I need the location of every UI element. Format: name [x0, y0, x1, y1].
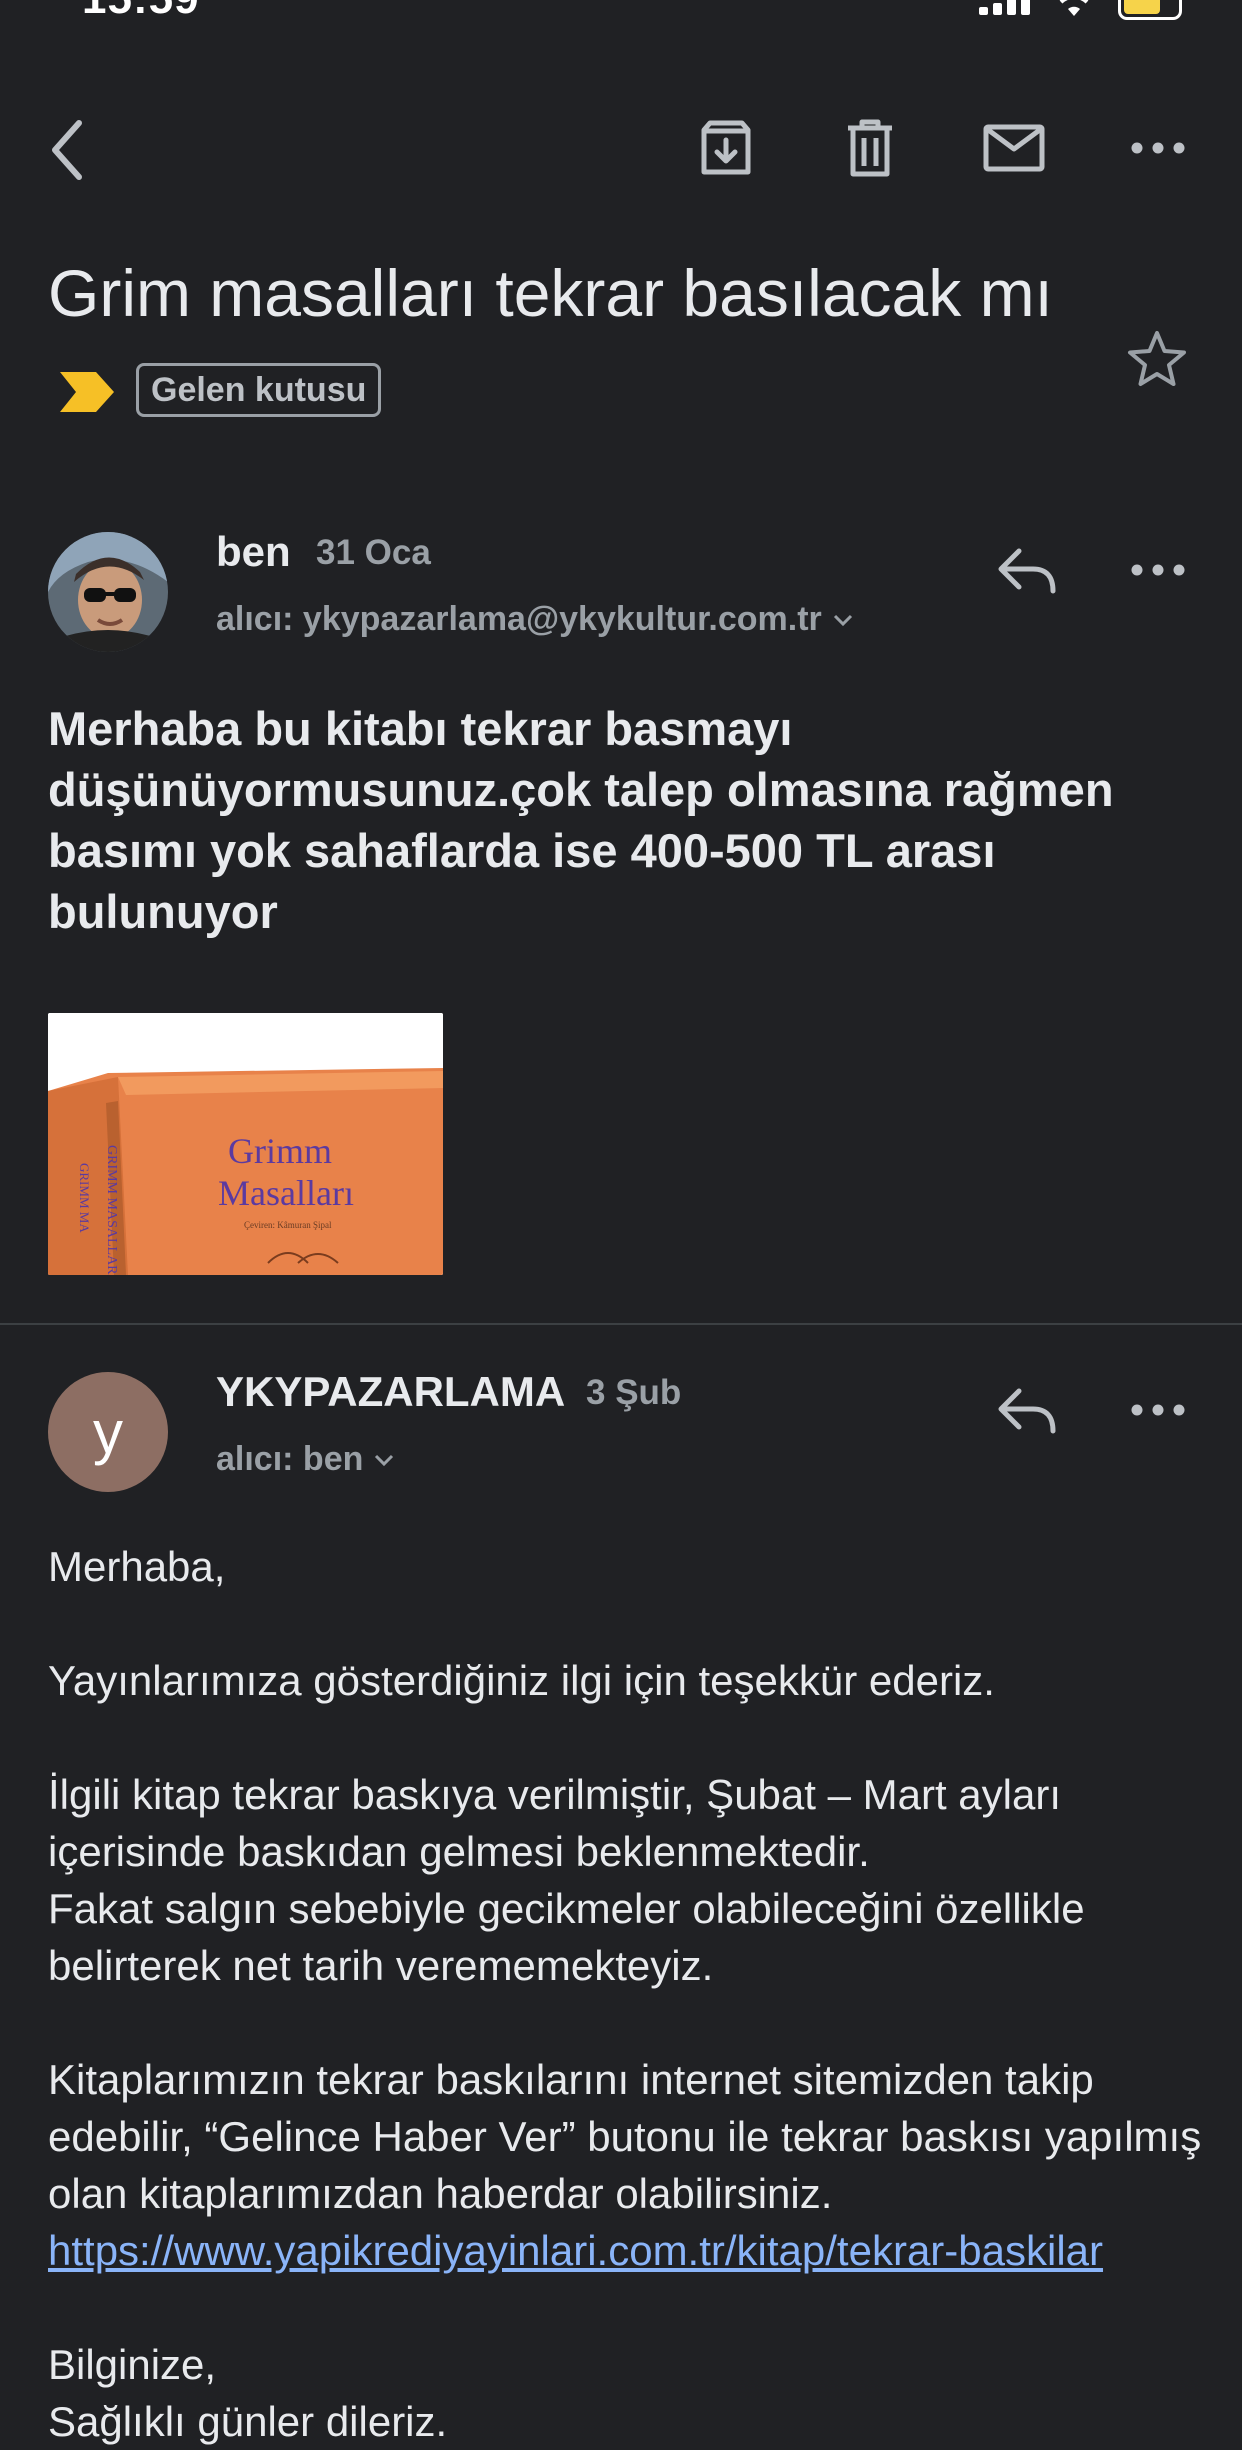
- book-title-line1: Grimm: [228, 1131, 332, 1171]
- mail-icon: [983, 124, 1045, 172]
- sender-name: YKYPAZARLAMA: [216, 1368, 566, 1415]
- wifi-icon: [1059, 0, 1089, 16]
- reply-icon: [998, 1388, 1056, 1434]
- inbox-label[interactable]: Gelen kutusu: [136, 363, 382, 417]
- sender-avatar[interactable]: [48, 532, 168, 652]
- signal-icon: [979, 0, 1030, 15]
- message-body: Merhaba bu kitabı tekrar basmayı düşünüy…: [48, 702, 1114, 938]
- more-horizontal-icon: [1131, 142, 1185, 154]
- recipient-text: alıcı: ykypazarlama@ykykultur.com.tr: [216, 600, 822, 638]
- delete-button[interactable]: [834, 112, 906, 184]
- body-paragraph: Yayınlarımıza gösterdiğiniz ilgi için te…: [48, 1657, 995, 1704]
- battery-icon: [1118, 0, 1182, 20]
- chevron-left-icon: [52, 120, 82, 180]
- more-options-button[interactable]: [1122, 112, 1194, 184]
- status-icons: [979, 0, 1182, 24]
- status-time: 15:59: [82, 0, 200, 24]
- recipient-details[interactable]: alıcı: ben: [216, 1440, 395, 1479]
- body-paragraph: Fakat salgın sebebiyle gecikmeler olabil…: [48, 1885, 1085, 1989]
- archive-icon: [701, 120, 751, 175]
- message-date: 3 Şub: [586, 1373, 682, 1412]
- book-box-image: Grimm Masalları Çeviren: Kâmuran Şipal G…: [48, 1013, 443, 1275]
- star-icon: [1128, 331, 1186, 386]
- reprints-link[interactable]: https://www.yapikrediyayinlari.com.tr/ki…: [48, 2227, 1103, 2274]
- message-divider: [0, 1323, 1242, 1325]
- archive-button[interactable]: [690, 112, 762, 184]
- trash-icon: [848, 119, 892, 177]
- message-more-button[interactable]: [1122, 534, 1194, 606]
- reply-button[interactable]: [990, 534, 1062, 606]
- email-subject: Grim masalları tekrar basılacak mı: [48, 256, 1053, 330]
- image-attachment[interactable]: Grimm Masalları Çeviren: Kâmuran Şipal G…: [48, 1013, 443, 1275]
- recipient-text: alıcı: ben: [216, 1440, 364, 1478]
- box-spine-text: GRIMM MA: [77, 1163, 92, 1233]
- recipient-details[interactable]: alıcı: ykypazarlama@ykykultur.com.tr: [216, 600, 854, 639]
- book-title-line2: Masalları: [218, 1173, 354, 1213]
- body-paragraph: İlgili kitap tekrar baskıya verilmiştir,…: [48, 1771, 1062, 1875]
- sender-avatar[interactable]: y: [48, 1372, 168, 1492]
- greeting-text: Merhaba,: [48, 1543, 226, 1590]
- sender-name: ben: [216, 528, 291, 575]
- more-horizontal-icon: [1131, 1404, 1185, 1416]
- message-more-button[interactable]: [1122, 1374, 1194, 1446]
- book-spine-text: GRIMM MASALLARI: [104, 1145, 119, 1275]
- more-horizontal-icon: [1131, 564, 1185, 576]
- mark-unread-button[interactable]: [978, 112, 1050, 184]
- book-subtitle: Çeviren: Kâmuran Şipal: [244, 1220, 332, 1230]
- closing-text: Sağlıklı günler dileriz.: [48, 2398, 448, 2445]
- importance-marker-icon[interactable]: [58, 370, 116, 414]
- star-button[interactable]: [1124, 326, 1190, 392]
- closing-text: Bilginize,: [48, 2341, 217, 2388]
- back-button[interactable]: [40, 112, 94, 188]
- message-date: 31 Oca: [316, 533, 431, 572]
- body-paragraph: Kitaplarımızın tekrar baskılarını intern…: [48, 2056, 1202, 2217]
- reply-icon: [998, 548, 1056, 594]
- message-body: Merhaba, Yayınlarımıza gösterdiğiniz ilg…: [48, 1538, 1208, 2450]
- reply-button[interactable]: [990, 1374, 1062, 1446]
- chevron-down-icon: [833, 614, 852, 626]
- chevron-down-icon: [375, 1454, 394, 1466]
